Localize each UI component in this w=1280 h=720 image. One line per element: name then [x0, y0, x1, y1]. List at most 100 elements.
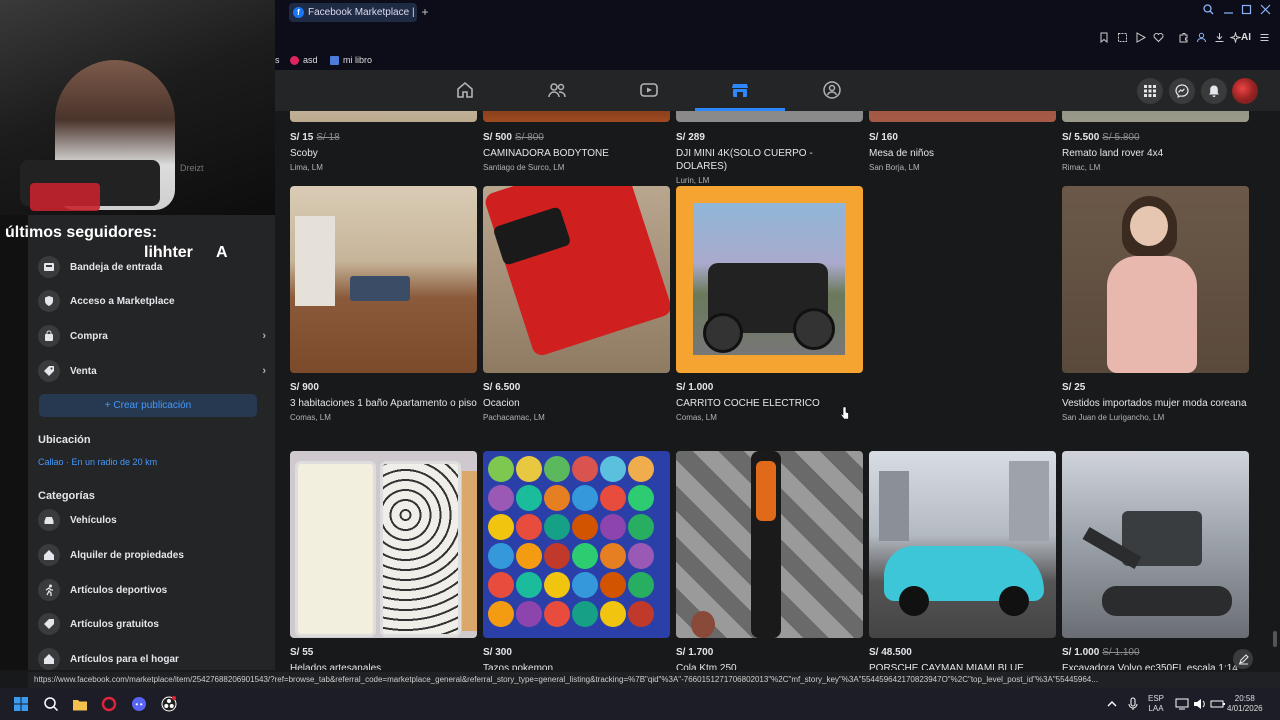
- scrollbar[interactable]: [1270, 111, 1280, 670]
- volume-icon[interactable]: [1192, 696, 1208, 712]
- car-icon: [38, 509, 60, 531]
- sidebar-item-buying[interactable]: Compra ›: [38, 322, 268, 350]
- listing-price: S/ 15: [290, 132, 314, 143]
- facebook-header: [275, 70, 1280, 112]
- marketplace-sidebar: Bandeja de entrada Acceso a Marketplace …: [28, 215, 275, 670]
- listing-card[interactable]: S/ 25 Vestidos importados mujer moda cor…: [1062, 186, 1249, 422]
- listing-title: Vestidos importados mujer moda coreana: [1062, 398, 1247, 409]
- listing-title: 3 habitaciones 1 baño Apartamento o piso: [290, 398, 477, 409]
- watch-icon[interactable]: [639, 80, 659, 100]
- listing-card[interactable]: S/ 900 3 habitaciones 1 baño Apartamento…: [290, 186, 477, 422]
- create-listing-button[interactable]: + Crear publicación: [39, 394, 257, 417]
- listing-title: Excavadora Volvo ec350EL escala 1:14: [1062, 663, 1238, 670]
- listing-title: Helados artesanales: [290, 663, 382, 670]
- microphone-icon[interactable]: [1125, 696, 1141, 712]
- listing-title: Scoby: [290, 148, 318, 159]
- profile-icon[interactable]: [1196, 32, 1207, 43]
- listing-card[interactable]: S/ 160 Mesa de niños San Borja, LM: [869, 132, 1056, 172]
- bookmark-favicon-icon: [290, 55, 299, 65]
- listing-card[interactable]: S/ 48.500 PORSCHE CAYMAN MIAMI BLUE: [869, 451, 1056, 670]
- home-icon[interactable]: [455, 80, 475, 100]
- new-tab-button[interactable]: +: [418, 5, 432, 19]
- play-icon[interactable]: [1135, 32, 1146, 43]
- maximize-icon[interactable]: [1241, 4, 1252, 15]
- category-vehicles[interactable]: Vehículos: [38, 506, 268, 534]
- tab-title: Facebook Marketplace | F: [308, 7, 417, 18]
- listing-title: DJI MINI 4K(SOLO CUERPO - DOLARES): [676, 148, 813, 172]
- marketplace-feed: S/ 15 S/ 18 Scoby Lima, LM S/ 500 S/ 800 C…: [275, 111, 1270, 670]
- discord-icon[interactable]: [131, 696, 147, 712]
- sidebar-item-marketplace-access[interactable]: Acceso a Marketplace: [38, 287, 268, 315]
- follower-name: lihhter: [144, 244, 193, 261]
- file-explorer-icon[interactable]: [72, 696, 88, 712]
- listing-card[interactable]: S/ 1.000 CARRITO COCHE ELECTRICO Comas, …: [676, 186, 863, 422]
- obs-icon[interactable]: [161, 696, 177, 712]
- bookmark-item[interactable]: s: [275, 55, 280, 65]
- listing-price: S/ 1.700: [676, 647, 714, 658]
- opera-gx-icon[interactable]: [101, 696, 117, 712]
- listing-title: Ocacion: [483, 398, 520, 409]
- listing-card[interactable]: S/ 6.500 Ocacion Pachacamac, LM: [483, 186, 670, 422]
- category-free[interactable]: Artículos gratuitos: [38, 610, 268, 638]
- search-icon[interactable]: [43, 696, 59, 712]
- heart-icon[interactable]: [1153, 32, 1164, 43]
- menu-icon[interactable]: [1259, 32, 1270, 43]
- category-property-rentals[interactable]: Alquiler de propiedades: [38, 541, 268, 569]
- friends-icon[interactable]: [547, 80, 567, 100]
- listing-price: S/ 160: [869, 132, 898, 143]
- category-household[interactable]: Artículos para el hogar: [38, 645, 268, 673]
- listing-location: Pachacamac, LM: [483, 413, 545, 422]
- listing-card[interactable]: S/ 300 Tazos pokemon: [483, 451, 670, 670]
- notifications-button[interactable]: [1201, 78, 1227, 104]
- listing-card[interactable]: [1062, 111, 1249, 122]
- clock[interactable]: 20:58 4/01/2026: [1227, 694, 1263, 714]
- scrollbar-thumb[interactable]: [1273, 631, 1277, 647]
- listing-price: S/ 25: [1062, 382, 1086, 393]
- profile-avatar[interactable]: [1232, 78, 1258, 104]
- language-indicator[interactable]: ESP LAA: [1148, 694, 1164, 714]
- listing-card[interactable]: S/ 5.500 S/ 5.800 Remato land rover 4x4 R…: [1062, 132, 1249, 172]
- bookmark-icon[interactable]: [1099, 32, 1109, 43]
- battery-icon[interactable]: [1210, 696, 1226, 712]
- ai-button[interactable]: AI: [1241, 32, 1251, 43]
- listing-old-price: S/ 5.800: [1102, 132, 1140, 143]
- chevron-up-icon[interactable]: [1104, 696, 1120, 712]
- listing-location: Comas, LM: [676, 413, 717, 422]
- network-icon[interactable]: [1174, 696, 1190, 712]
- listing-card[interactable]: [676, 111, 863, 122]
- new-message-button[interactable]: [1233, 649, 1253, 669]
- listing-image: [290, 111, 477, 122]
- extensions-icon[interactable]: [1178, 32, 1189, 43]
- windows-start-icon[interactable]: [13, 696, 29, 712]
- listing-card[interactable]: S/ 15 S/ 18 Scoby Lima, LM: [290, 132, 477, 172]
- location-filter-link[interactable]: Callao · En un radio de 20 km: [38, 457, 157, 467]
- bookmark-mi-libro[interactable]: mi libro: [330, 55, 372, 65]
- ai-sparkle-icon[interactable]: [1230, 32, 1241, 43]
- listing-price: S/ 6.500: [483, 382, 521, 393]
- search-icon[interactable]: [1203, 4, 1214, 15]
- sidebar-item-selling[interactable]: Venta ›: [38, 357, 268, 385]
- listing-card[interactable]: S/ 500 S/ 800 CAMINADORA BODYTONE Santiag…: [483, 132, 670, 172]
- category-sports[interactable]: Artículos deportivos: [38, 576, 268, 604]
- listing-card[interactable]: S/ 289 DJI MINI 4K(SOLO CUERPO - DOLARES…: [676, 132, 863, 185]
- listing-price: S/ 1.000: [1062, 647, 1100, 658]
- listing-card[interactable]: [869, 111, 1056, 122]
- messenger-icon: [1175, 84, 1189, 98]
- grid-menu-icon: [1144, 85, 1156, 97]
- listing-card[interactable]: S/ 1.000 S/ 1.100 Excavadora Volvo ec350E…: [1062, 451, 1249, 670]
- screenshot-icon[interactable]: [1117, 32, 1128, 43]
- listing-card[interactable]: [483, 111, 670, 122]
- messenger-button[interactable]: [1169, 78, 1195, 104]
- close-icon[interactable]: [1260, 4, 1271, 15]
- bookmark-asd[interactable]: asd: [290, 55, 318, 65]
- tab-facebook-marketplace[interactable]: f Facebook Marketplace | F: [289, 3, 417, 22]
- marketplace-icon[interactable]: [730, 80, 750, 100]
- download-icon[interactable]: [1214, 32, 1225, 43]
- groups-icon[interactable]: [822, 80, 842, 100]
- listing-card[interactable]: [290, 111, 477, 122]
- menu-button[interactable]: [1137, 78, 1163, 104]
- listing-location: San Borja, LM: [869, 163, 920, 172]
- minimize-icon[interactable]: [1223, 4, 1234, 15]
- listing-card[interactable]: S/ 1.700 Cola Ktm 250: [676, 451, 863, 670]
- listing-card[interactable]: S/ 55 Helados artesanales: [290, 451, 477, 670]
